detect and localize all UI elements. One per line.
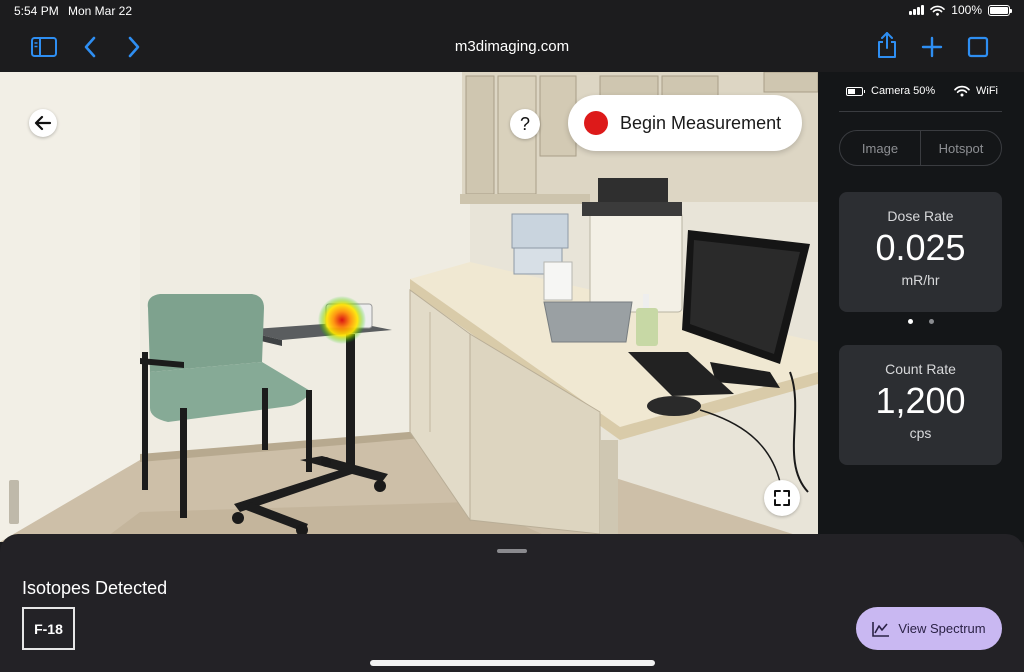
wifi-icon <box>954 85 970 97</box>
app-screen: 5:54 PM Mon Mar 22 100% m3dimaging.com ?… <box>0 0 1024 672</box>
dose-rate-card: Dose Rate 0.025 mR/hr <box>839 192 1002 312</box>
wifi-status: WiFi <box>954 85 998 97</box>
view-spectrum-label: View Spectrum <box>898 621 986 636</box>
arrow-left-icon <box>34 115 52 131</box>
url-label[interactable]: m3dimaging.com <box>0 38 1024 55</box>
signal-icon <box>909 5 925 15</box>
back-chevron-icon[interactable] <box>76 34 104 60</box>
share-icon[interactable] <box>873 32 901 58</box>
chart-line-icon <box>872 621 890 637</box>
isotopes-sheet: Isotopes Detected F-18 View Spectrum <box>0 534 1024 672</box>
browser-toolbar: m3dimaging.com <box>0 22 1024 72</box>
camera-status-label: Camera 50% <box>871 85 936 97</box>
battery-icon <box>988 4 1012 16</box>
begin-measurement-label: Begin Measurement <box>620 112 782 133</box>
count-rate-label: Count Rate <box>885 361 956 377</box>
wifi-icon <box>930 5 946 16</box>
begin-measurement-button[interactable]: Begin Measurement <box>568 95 802 151</box>
battery-percent: 100% <box>951 3 982 17</box>
status-bar: 5:54 PM Mon Mar 22 100% <box>0 0 1024 22</box>
dose-rate-value: 0.025 <box>875 227 966 268</box>
view-spectrum-button[interactable]: View Spectrum <box>856 607 1002 650</box>
view-mode-segmented-control: Image Hotspot <box>839 130 1002 166</box>
status-date: Mon Mar 22 <box>68 4 133 18</box>
panel-divider <box>839 111 1002 112</box>
back-button[interactable] <box>29 109 57 137</box>
camera-status: Camera 50% <box>846 85 935 97</box>
expand-icon <box>774 490 790 506</box>
status-time: 5:54 PM <box>14 4 59 18</box>
sheet-grabber[interactable] <box>497 549 527 553</box>
tab-image[interactable]: Image <box>840 131 920 165</box>
page-dot[interactable] <box>908 319 913 324</box>
expand-button[interactable] <box>764 480 800 516</box>
tab-hotspot[interactable]: Hotspot <box>920 131 1001 165</box>
tabs-icon[interactable] <box>964 34 992 60</box>
count-rate-card: Count Rate 1,200 cps <box>839 345 1002 465</box>
home-indicator[interactable] <box>370 660 655 666</box>
help-label: ? <box>519 113 530 134</box>
page-dot[interactable] <box>929 319 934 324</box>
sheet-title: Isotopes Detected <box>22 578 168 598</box>
dose-rate-unit: mR/hr <box>901 272 940 288</box>
count-rate-value: 1,200 <box>875 380 966 421</box>
isotope-badge[interactable]: F-18 <box>22 607 75 650</box>
dose-rate-label: Dose Rate <box>887 208 954 224</box>
status-indicators: 100% <box>909 3 1012 17</box>
forward-chevron-icon[interactable] <box>120 34 148 60</box>
measurement-panel: Camera 50% WiFi Image Hotspot Dose Rate … <box>818 72 1024 542</box>
page-indicator[interactable] <box>818 319 1024 324</box>
plus-icon[interactable] <box>918 34 946 60</box>
help-button[interactable]: ? <box>510 109 540 139</box>
record-dot-icon <box>584 111 608 135</box>
count-rate-unit: cps <box>909 425 932 441</box>
wifi-label: WiFi <box>976 85 998 97</box>
camera-battery-icon <box>846 86 865 96</box>
camera-view: ? Begin Measurement <box>0 72 818 542</box>
sidebar-icon[interactable] <box>30 34 58 60</box>
